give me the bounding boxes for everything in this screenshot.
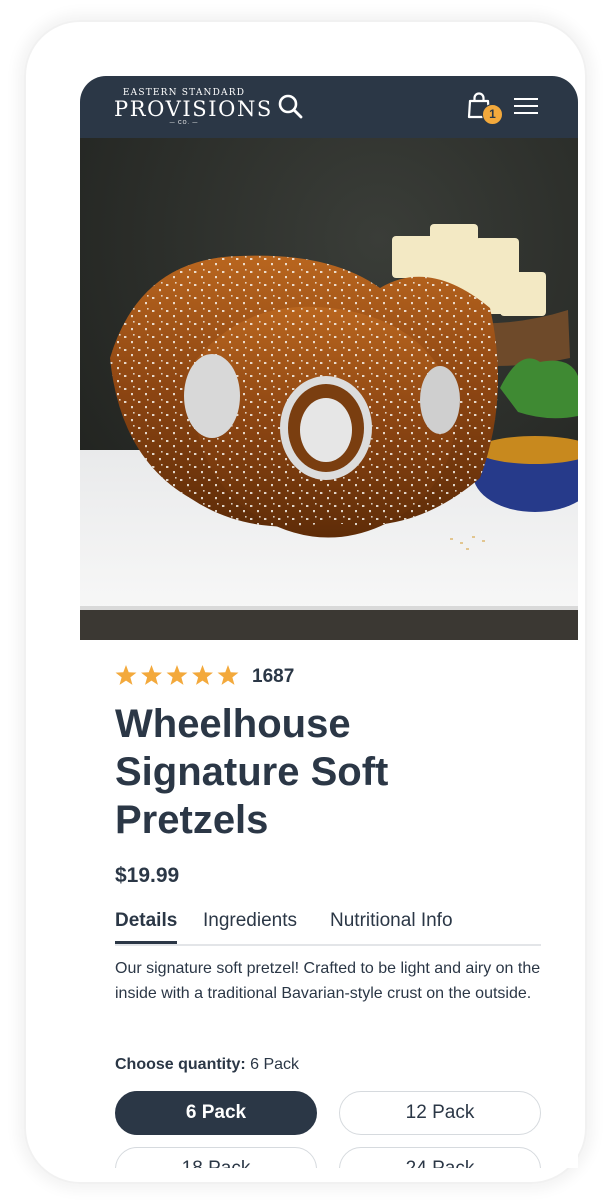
pack-option-6[interactable]: 6 Pack [115, 1091, 317, 1135]
site-header: EASTERN STANDARD PROVISIONS — CO. — 1 [80, 76, 578, 138]
product-title: Wheelhouse Signature Soft Pretzels [115, 702, 389, 842]
product-price: $19.99 [115, 864, 180, 887]
tab-nutritional-info[interactable]: Nutritional Info [330, 910, 453, 932]
star-icon [141, 665, 162, 685]
pack-option-24[interactable]: 24 Pack [339, 1147, 541, 1168]
star-icon [166, 665, 188, 685]
tab-details[interactable]: Details [115, 910, 177, 932]
cart-button[interactable]: 1 [466, 91, 503, 125]
search-button[interactable] [276, 92, 304, 120]
active-tab-indicator [115, 941, 177, 944]
quantity-label: Choose quantity: 6 Pack [115, 1056, 299, 1074]
product-image-carousel[interactable] [80, 138, 578, 640]
phone-frame: EASTERN STANDARD PROVISIONS — CO. — 1 16… [24, 20, 587, 1184]
search-icon [278, 94, 303, 119]
cart-count-badge: 1 [482, 104, 503, 125]
quantity-label-text: Choose quantity: [115, 1056, 246, 1073]
brand-logo[interactable]: EASTERN STANDARD PROVISIONS — CO. — [114, 88, 273, 126]
review-count: 1687 [252, 666, 295, 687]
star-icon [192, 665, 213, 685]
menu-icon [514, 98, 538, 114]
product-description: Our signature soft pretzel! Crafted to b… [115, 960, 541, 1002]
pack-option-12[interactable]: 12 Pack [339, 1091, 541, 1135]
tab-ingredients[interactable]: Ingredients [203, 910, 297, 932]
logo-main-text: PROVISIONS [114, 97, 273, 121]
star-rating [115, 665, 239, 685]
phone-screen: EASTERN STANDARD PROVISIONS — CO. — 1 16… [80, 76, 578, 1168]
quantity-selected-value: 6 Pack [250, 1056, 300, 1073]
star-icon [115, 665, 137, 685]
product-tabs: Details Ingredients Nutritional Info [115, 910, 541, 946]
pack-option-18[interactable]: 18 Pack [115, 1147, 317, 1168]
product-photo [80, 138, 578, 640]
star-icon [217, 665, 239, 685]
menu-button[interactable] [512, 94, 540, 118]
